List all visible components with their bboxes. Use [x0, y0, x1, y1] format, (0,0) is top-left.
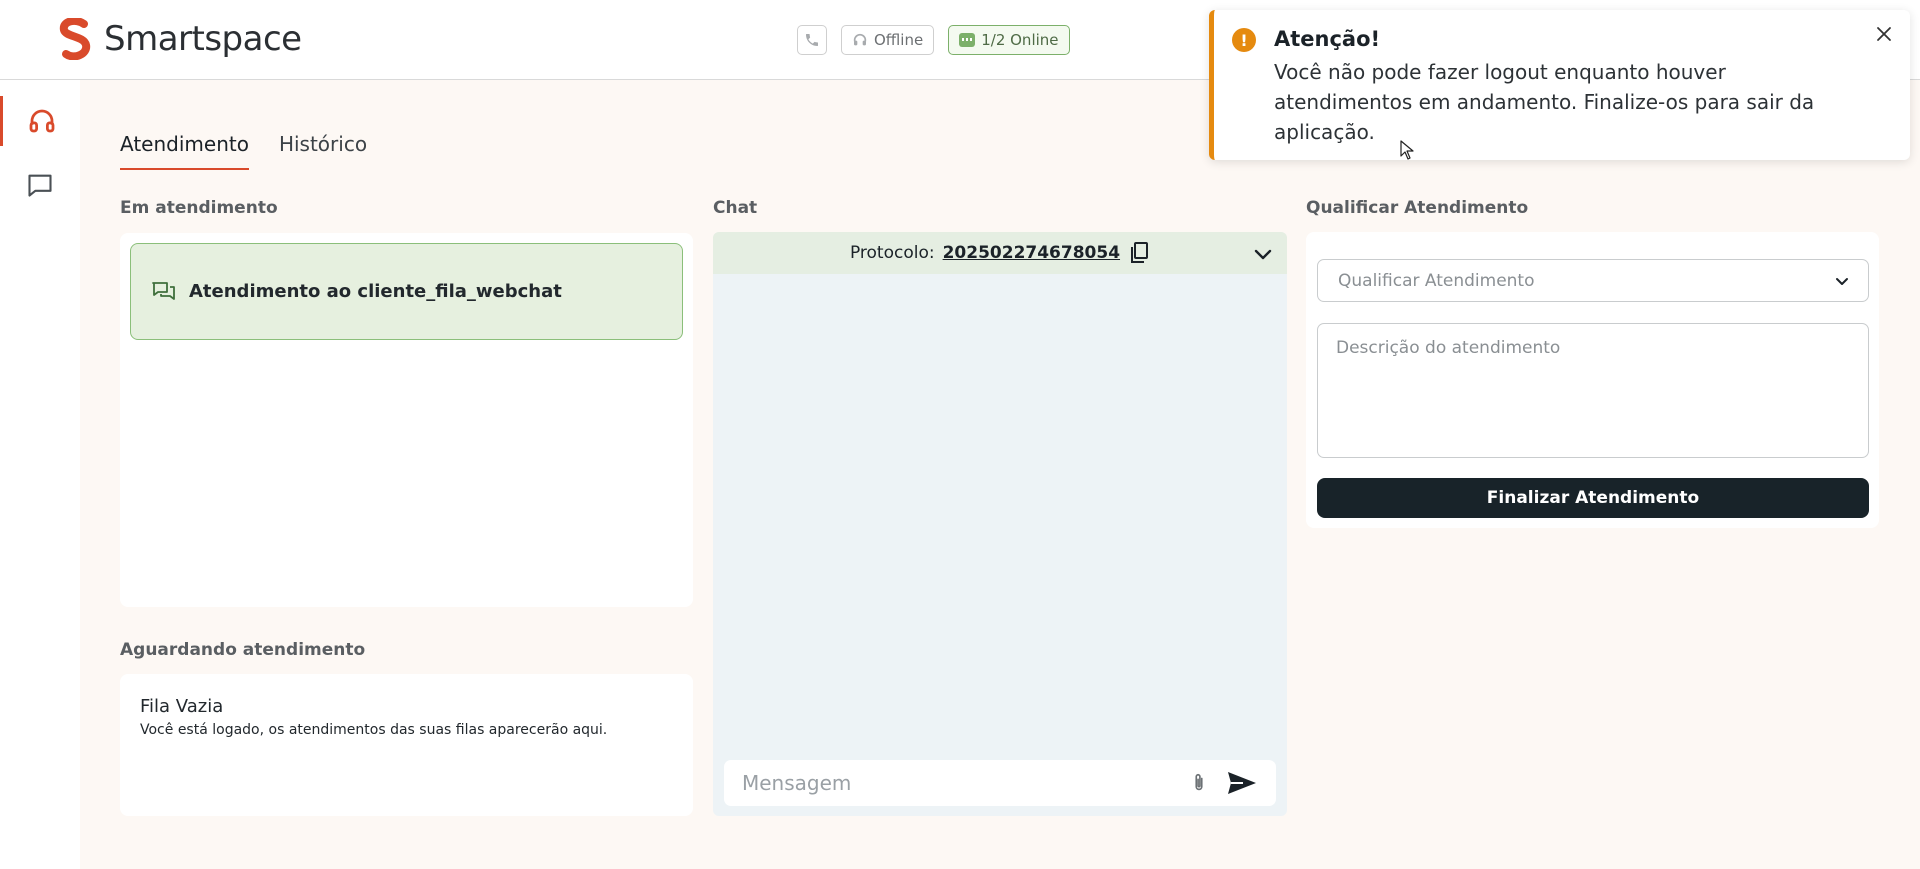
waiting-panel: Fila Vazia Você está logado, os atendime… — [120, 674, 693, 816]
phone-icon — [806, 34, 818, 46]
toast-title: Atenção! — [1274, 27, 1381, 51]
qualify-title: Qualificar Atendimento — [1306, 198, 1529, 218]
qualify-select[interactable]: Qualificar Atendimento — [1317, 259, 1869, 302]
headset-icon — [29, 109, 54, 133]
chevron-down-icon[interactable] — [1253, 244, 1273, 264]
message-input[interactable] — [742, 771, 1188, 795]
tab-historico[interactable]: Histórico — [279, 132, 367, 170]
voice-status-label: Offline — [874, 31, 924, 49]
waiting-title: Aguardando atendimento — [120, 640, 366, 660]
chat-status-badge[interactable]: 1/2 Online — [948, 25, 1070, 55]
agent-status-group: Offline 1/2 Online — [797, 25, 1070, 55]
voice-status-badge[interactable]: Offline — [841, 25, 935, 55]
main-tabs: Atendimento Histórico — [120, 132, 367, 170]
empty-queue-description: Você está logado, os atendimentos das su… — [140, 722, 608, 738]
description-textarea[interactable] — [1317, 323, 1869, 458]
chat-status-label: 1/2 Online — [981, 31, 1059, 49]
in-service-panel: Atendimento ao cliente_fila_webchat — [120, 233, 693, 607]
message-square-icon — [28, 174, 52, 197]
smartspace-logo-icon — [59, 18, 91, 60]
paperclip-icon[interactable] — [1188, 771, 1210, 795]
sidebar — [0, 80, 80, 869]
chat-title: Chat — [713, 198, 758, 218]
send-icon[interactable] — [1226, 769, 1258, 797]
service-item-label: Atendimento ao cliente_fila_webchat — [189, 281, 562, 302]
qualify-select-placeholder: Qualificar Atendimento — [1338, 270, 1535, 291]
finish-service-button[interactable]: Finalizar Atendimento — [1317, 478, 1869, 518]
copy-icon[interactable] — [1128, 241, 1150, 265]
empty-queue-title: Fila Vazia — [140, 696, 224, 717]
toast-message: Você não pode fazer logout enquanto houv… — [1274, 60, 1815, 144]
chat-header: Protocolo: 202502274678054 — [713, 232, 1287, 274]
close-icon — [1877, 27, 1891, 41]
sidebar-item-chat[interactable] — [0, 160, 80, 210]
sidebar-item-atendimento[interactable] — [0, 96, 80, 146]
in-service-title: Em atendimento — [120, 198, 278, 218]
mouse-cursor-icon — [1400, 140, 1414, 160]
chevron-down-icon — [1836, 277, 1848, 285]
close-toast-button[interactable] — [1872, 22, 1896, 46]
protocol-number[interactable]: 202502274678054 — [943, 243, 1120, 263]
phone-button[interactable] — [797, 25, 827, 55]
warning-icon: ! — [1232, 28, 1256, 52]
brand-name: Smartspace — [104, 19, 302, 59]
headset-icon — [853, 33, 867, 46]
protocol-label: Protocolo: — [849, 243, 935, 263]
list-item[interactable]: Atendimento ao cliente_fila_webchat — [130, 243, 683, 340]
chat-panel: Protocolo: 202502274678054 — [713, 232, 1287, 816]
warning-toast: ! Atenção! Você não pode fazer logout en… — [1209, 10, 1910, 160]
qualify-panel: Qualificar Atendimento Finalizar Atendim… — [1306, 232, 1879, 528]
message-composer — [724, 760, 1276, 806]
chat-bubbles-icon — [152, 281, 175, 300]
tab-atendimento[interactable]: Atendimento — [120, 132, 249, 170]
brand-logo[interactable]: Smartspace — [58, 18, 302, 60]
chat-bubble-icon — [959, 33, 976, 47]
